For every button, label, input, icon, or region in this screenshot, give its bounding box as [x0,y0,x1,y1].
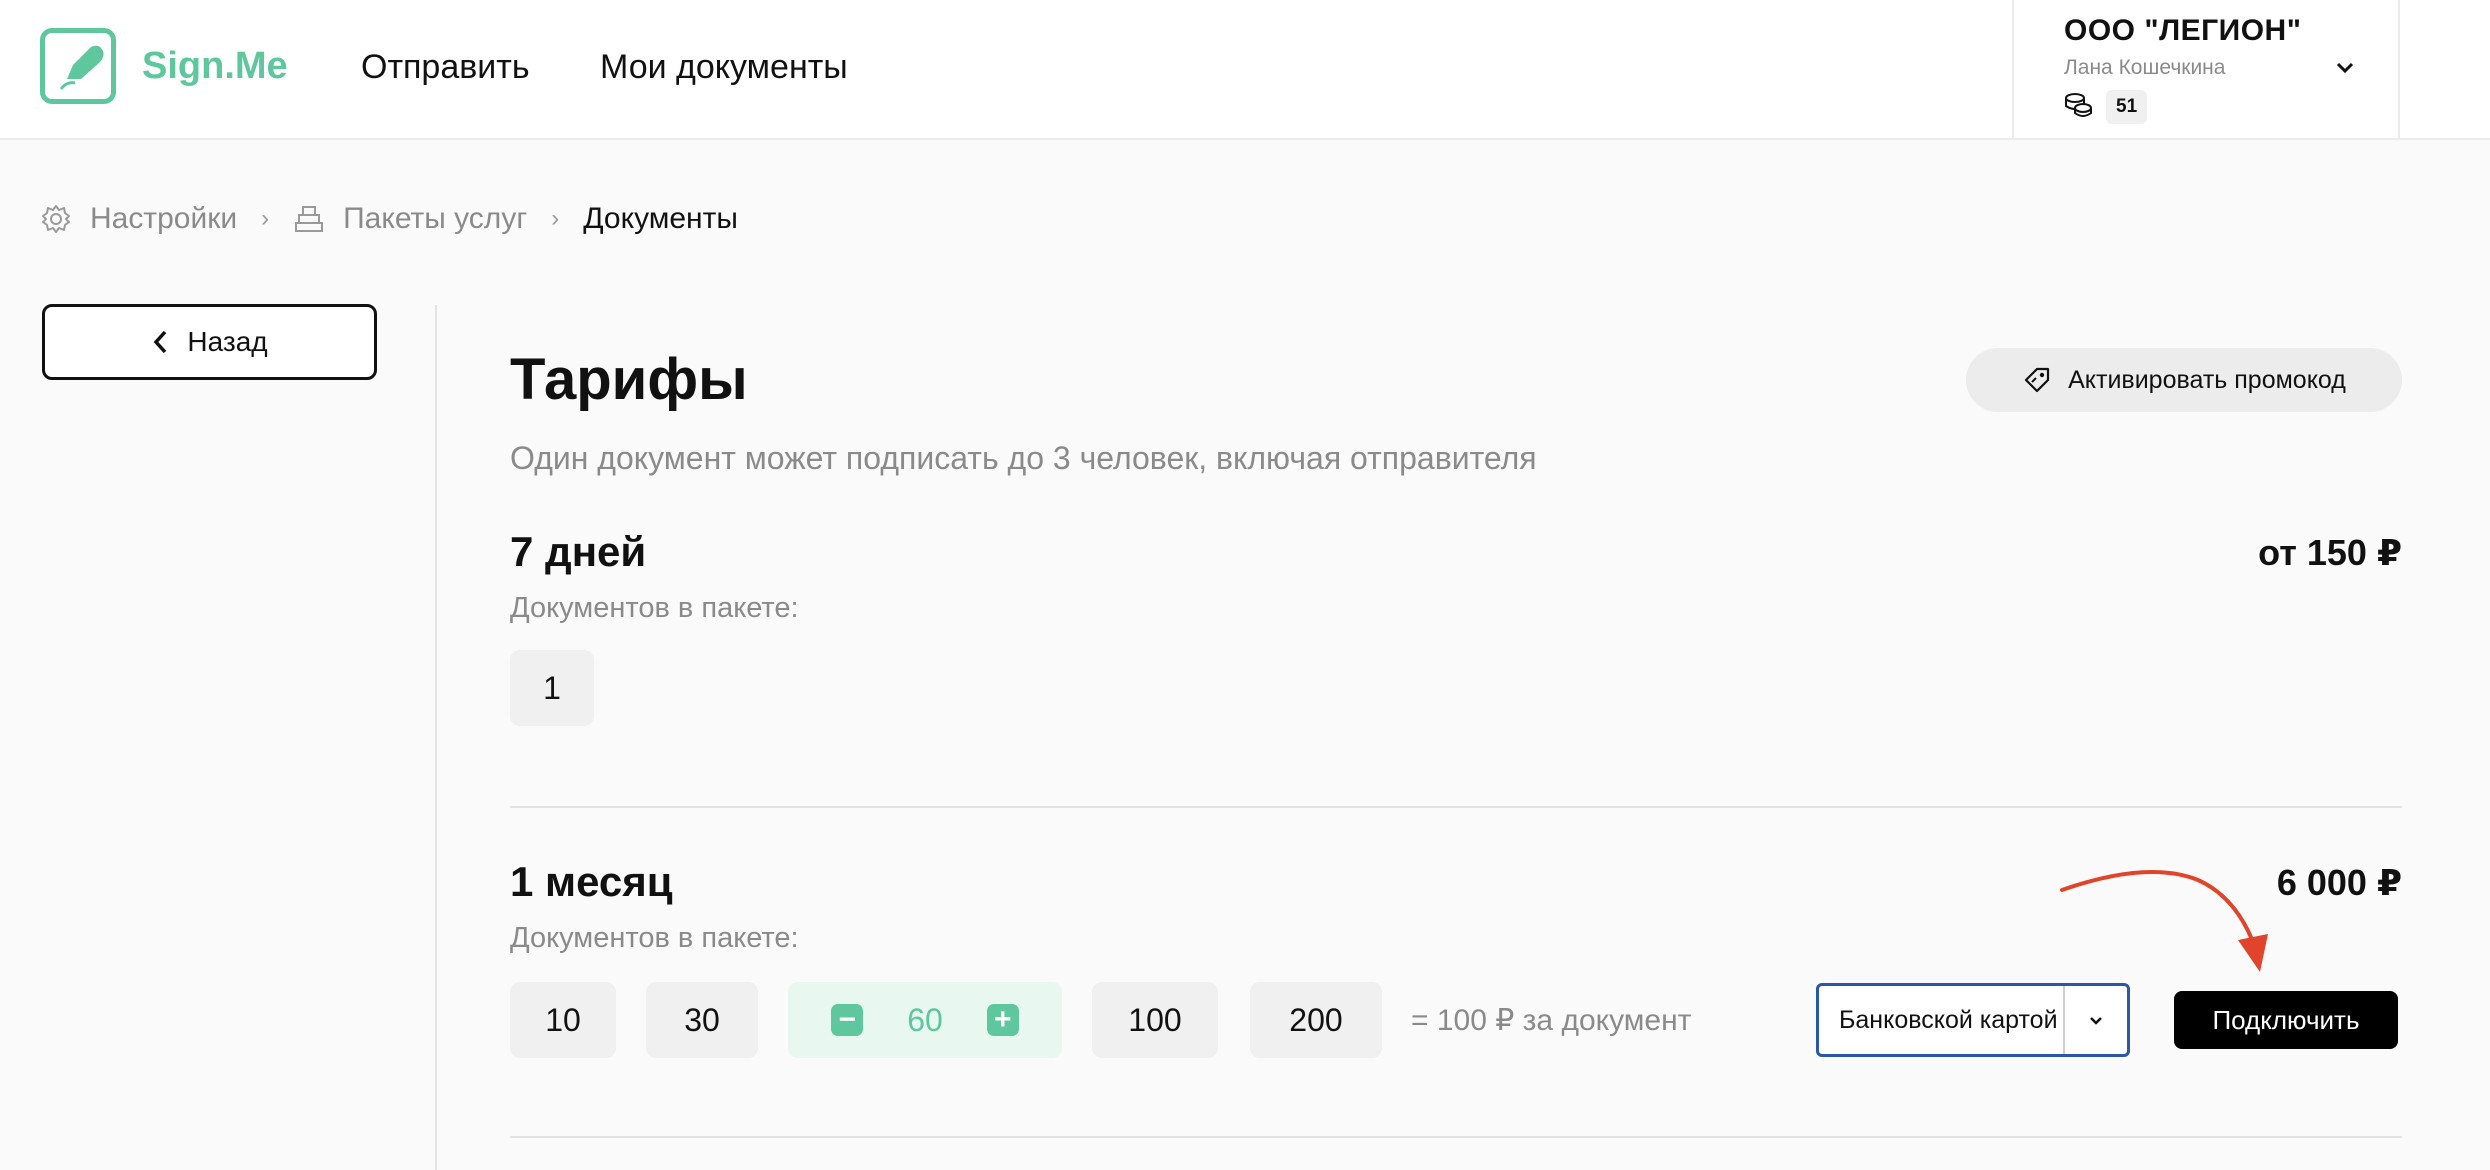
annotation-arrow-icon [2060,870,2268,972]
logo[interactable]: Sign.Me [40,28,288,104]
qty-option-value: 100 [1128,1001,1182,1038]
organization-name: ООО "ЛЕГИОН" [2064,14,2302,47]
qty-option-value: 10 [545,1001,581,1038]
chevron-down-icon[interactable] [2065,1011,2127,1029]
payment-method-value: Банковской картой [1839,1005,2058,1034]
logo-text: Sign.Me [142,44,288,87]
breadcrumb-settings-label: Настройки [90,202,238,235]
price-per-document: = 100 ₽ за документ [1411,1004,1692,1037]
qty-option[interactable]: 100 [1092,982,1218,1058]
gear-icon [42,205,70,233]
nav-send[interactable]: Отправить [361,48,530,87]
nav-my-documents[interactable]: Мои документы [600,48,848,87]
breadcrumb-current: Документы [583,202,738,235]
breadcrumb-separator: › [261,205,270,232]
plan-price: от 150 ₽ [2258,532,2402,573]
breadcrumb-settings[interactable]: Настройки [40,202,237,236]
sidebar-divider [435,305,437,1170]
plan-divider [510,1136,2402,1138]
logo-pen-icon [40,28,116,104]
decrement-button[interactable]: − [831,1004,864,1036]
qty-option-value: 1 [543,669,561,706]
back-button-label: Назад [187,326,268,357]
back-button[interactable]: Назад [42,304,377,380]
breadcrumb-separator: › [551,205,560,232]
qty-option[interactable]: 30 [646,982,758,1058]
qty-option-value: 200 [1289,1001,1343,1038]
connect-button-label: Подключить [2212,1004,2360,1035]
plan-divider [510,806,2402,808]
activate-promocode-button[interactable]: Активировать промокод [1966,348,2402,412]
promocode-label: Активировать промокод [2068,365,2346,394]
breadcrumb-packages-label: Пакеты услуг [343,202,528,235]
qty-option[interactable]: 200 [1250,982,1382,1058]
plan-docs-label: Документов в пакете: [510,922,799,954]
coins-icon [2064,91,2094,124]
qty-option[interactable]: 10 [510,982,616,1058]
chevron-left-icon [154,330,167,354]
user-name: Лана Кошечкина [2064,56,2226,79]
qty-option-value: 30 [684,1001,720,1038]
coins-count: 51 [2106,90,2148,124]
plan-docs-label: Документов в пакете: [510,592,799,624]
increment-button[interactable]: + [986,1004,1019,1036]
plan-price: 6 000 ₽ [2276,862,2402,903]
breadcrumb: Настройки › Пакеты услуг › Документы [40,202,738,236]
breadcrumb-packages[interactable]: Пакеты услуг [293,202,527,236]
page-title: Тарифы [510,347,748,412]
qty-option-selected: − 60 + [788,982,1062,1058]
page-subtitle: Один документ может подписать до 3 челов… [510,440,1537,476]
payment-method-select[interactable]: Банковской картой [1816,983,2130,1057]
plan-name: 1 месяц [510,858,673,905]
packages-icon [295,206,324,232]
account-menu[interactable]: ООО "ЛЕГИОН" Лана Кошечкина 51 [2012,0,2400,140]
tag-icon [2025,367,2050,393]
balance: 51 [2064,90,2148,124]
qty-selected-value: 60 [907,1001,943,1038]
top-header: Sign.Me Отправить Мои документы ООО "ЛЕГ… [0,0,2490,140]
chevron-down-icon[interactable] [2334,56,2356,83]
plan-name: 7 дней [510,528,647,575]
connect-button[interactable]: Подключить [2174,991,2398,1049]
qty-option[interactable]: 1 [510,650,594,726]
